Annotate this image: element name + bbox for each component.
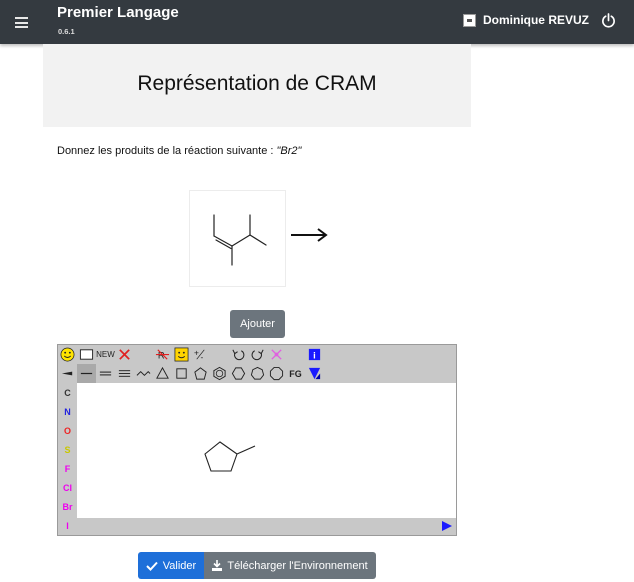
editor-toolbar-top: NEW R + - i bbox=[58, 345, 324, 364]
top-app-bar: Premier Langage 0.6.1 Dominique REVUZ bbox=[0, 0, 634, 44]
drawn-molecule bbox=[204, 441, 256, 472]
info-icon[interactable]: i bbox=[305, 345, 324, 364]
octagon-ring-icon[interactable] bbox=[267, 364, 286, 383]
charge-icon[interactable]: + - bbox=[191, 345, 210, 364]
user-name: Dominique REVUZ bbox=[482, 13, 589, 27]
functional-group-button[interactable]: FG bbox=[286, 364, 305, 383]
power-icon[interactable] bbox=[601, 13, 616, 28]
download-environment-button[interactable]: Télécharger l'Environnement bbox=[204, 552, 376, 579]
undo-icon[interactable] bbox=[229, 345, 248, 364]
validate-label: Valider bbox=[162, 559, 197, 572]
exercise-header-card: Représentation de CRAM bbox=[43, 44, 471, 127]
delete-r-group-icon[interactable]: R bbox=[153, 345, 172, 364]
drawing-canvas[interactable] bbox=[77, 383, 456, 518]
flip-triangle-icon[interactable] bbox=[305, 364, 324, 383]
reactant-molecule-image bbox=[189, 190, 286, 287]
user-menu[interactable]: Dominique REVUZ bbox=[462, 13, 589, 27]
download-label: Télécharger l'Environnement bbox=[227, 559, 368, 572]
chain-icon[interactable] bbox=[134, 364, 153, 383]
wedge-bond-icon[interactable] bbox=[58, 364, 77, 383]
blank-tool-3[interactable] bbox=[286, 345, 305, 364]
add-button[interactable]: Ajouter bbox=[230, 310, 285, 338]
square-ring-icon[interactable] bbox=[172, 364, 191, 383]
smiley-icon[interactable] bbox=[58, 345, 77, 364]
atom-cl[interactable]: Cl bbox=[58, 478, 77, 497]
single-bond-icon[interactable] bbox=[77, 364, 96, 383]
smiley-query-icon[interactable] bbox=[172, 345, 191, 364]
editor-status-bar bbox=[77, 518, 456, 535]
check-icon bbox=[146, 561, 158, 571]
app-version: 0.6.1 bbox=[58, 27, 75, 36]
page-title: Représentation de CRAM bbox=[137, 72, 377, 95]
atom-f[interactable]: F bbox=[58, 459, 77, 478]
reactant-structure bbox=[213, 214, 267, 266]
question-text: Donnez les produits de la réaction suiva… bbox=[57, 145, 301, 157]
play-icon[interactable] bbox=[442, 521, 452, 531]
heptagon-ring-icon[interactable] bbox=[248, 364, 267, 383]
atom-o[interactable]: O bbox=[58, 421, 77, 440]
user-icon bbox=[462, 13, 476, 27]
svg-text:+: + bbox=[194, 347, 199, 357]
editor-toolbar-bonds: FG bbox=[58, 364, 324, 383]
validate-button[interactable]: Valider bbox=[138, 552, 204, 579]
benzene-ring-icon[interactable] bbox=[210, 364, 229, 383]
download-icon bbox=[212, 560, 223, 571]
hexagon-ring-icon[interactable] bbox=[229, 364, 248, 383]
delete-icon[interactable] bbox=[115, 345, 134, 364]
double-bond-icon[interactable] bbox=[96, 364, 115, 383]
blank-tool-2[interactable] bbox=[210, 345, 229, 364]
clear-ring-icon[interactable] bbox=[267, 345, 286, 364]
atom-palette: C N O S F Cl Br I bbox=[58, 383, 77, 535]
reaction-arrow-icon bbox=[291, 228, 328, 242]
question-prefix: Donnez les produits de la réaction suiva… bbox=[57, 145, 277, 157]
atom-c[interactable]: C bbox=[58, 383, 77, 402]
atom-s[interactable]: S bbox=[58, 440, 77, 459]
blank-tool[interactable] bbox=[134, 345, 153, 364]
app-title: Premier Langage bbox=[57, 4, 179, 21]
atom-br[interactable]: Br bbox=[58, 497, 77, 516]
select-box-icon[interactable] bbox=[77, 345, 96, 364]
atom-n[interactable]: N bbox=[58, 402, 77, 421]
reagent: "Br2" bbox=[276, 145, 302, 157]
triangle-ring-icon[interactable] bbox=[153, 364, 172, 383]
new-button[interactable]: NEW bbox=[96, 345, 115, 364]
molecule-editor: NEW R + - i FG C N O S F Cl Br I bbox=[57, 344, 457, 536]
redo-icon[interactable] bbox=[248, 345, 267, 364]
menu-icon[interactable] bbox=[15, 17, 28, 28]
pentagon-ring-icon[interactable] bbox=[191, 364, 210, 383]
svg-text:i: i bbox=[313, 350, 316, 360]
atom-i[interactable]: I bbox=[58, 516, 77, 535]
triple-bond-icon[interactable] bbox=[115, 364, 134, 383]
